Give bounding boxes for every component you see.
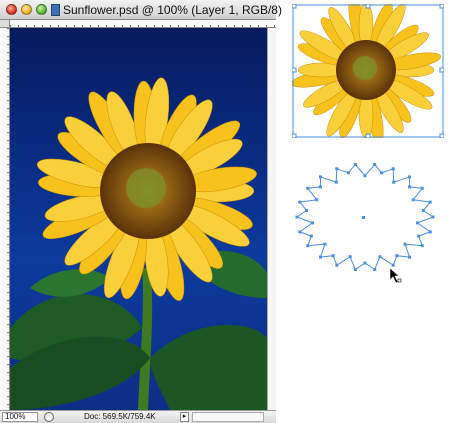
anchor-point[interactable] bbox=[392, 180, 396, 184]
path-outline[interactable] bbox=[280, 150, 450, 290]
path-center-point bbox=[362, 216, 365, 219]
anchor-point[interactable] bbox=[428, 230, 432, 234]
transform-handle[interactable] bbox=[365, 133, 371, 138]
vertical-ruler[interactable] bbox=[0, 28, 10, 410]
anchor-point[interactable] bbox=[411, 198, 415, 202]
anchor-point[interactable] bbox=[420, 244, 424, 248]
close-button[interactable] bbox=[6, 4, 17, 15]
sunflower-photo bbox=[10, 28, 267, 410]
transform-handle[interactable] bbox=[292, 4, 297, 9]
anchor-point[interactable] bbox=[431, 215, 435, 219]
anchor-point[interactable] bbox=[315, 198, 319, 202]
anchor-point[interactable] bbox=[305, 209, 309, 212]
transform-handle[interactable] bbox=[439, 133, 444, 138]
triangle-right-icon[interactable]: ▸ bbox=[180, 412, 189, 422]
horizontal-ruler[interactable] bbox=[10, 20, 276, 28]
anchor-point[interactable] bbox=[298, 200, 302, 204]
transform-handle[interactable] bbox=[439, 4, 444, 9]
status-icon[interactable] bbox=[44, 412, 54, 422]
anchor-point[interactable] bbox=[319, 175, 322, 179]
anchor-point[interactable] bbox=[373, 268, 377, 271]
image-canvas[interactable] bbox=[10, 28, 267, 410]
anchor-point[interactable] bbox=[391, 263, 395, 267]
extracted-flower-preview[interactable] bbox=[292, 4, 444, 138]
anchor-point[interactable] bbox=[348, 255, 352, 259]
direct-selection-cursor-icon bbox=[389, 267, 402, 284]
anchor-point[interactable] bbox=[298, 230, 302, 234]
status-bar: 100% Doc: 569.5K/759.4K ▸ bbox=[0, 410, 276, 423]
anchor-point[interactable] bbox=[323, 242, 327, 246]
anchor-point[interactable] bbox=[335, 167, 339, 171]
zoom-level-field[interactable]: 100% bbox=[2, 412, 38, 422]
anchor-point[interactable] bbox=[428, 200, 432, 204]
minimize-button[interactable] bbox=[21, 4, 32, 15]
anchor-point[interactable] bbox=[408, 175, 411, 179]
anchor-point[interactable] bbox=[295, 215, 299, 219]
anchor-point[interactable] bbox=[319, 255, 322, 259]
window-title: Sunflower.psd @ 100% (Layer 1, RGB/8) bbox=[63, 3, 282, 17]
anchor-point[interactable] bbox=[417, 234, 421, 238]
anchor-point[interactable] bbox=[420, 186, 424, 190]
anchor-point[interactable] bbox=[306, 186, 310, 190]
anchor-point[interactable] bbox=[416, 221, 419, 225]
anchor-point[interactable] bbox=[408, 185, 412, 189]
zoom-button[interactable] bbox=[36, 4, 47, 15]
anchor-point[interactable] bbox=[353, 163, 357, 166]
anchor-point[interactable] bbox=[335, 263, 339, 267]
anchor-point[interactable] bbox=[391, 167, 395, 171]
anchor-point[interactable] bbox=[373, 163, 377, 166]
document-icon bbox=[51, 4, 60, 16]
anchor-point[interactable] bbox=[378, 255, 382, 259]
anchor-point[interactable] bbox=[318, 185, 322, 189]
anchor-point[interactable] bbox=[363, 174, 367, 178]
anchor-point[interactable] bbox=[331, 254, 335, 258]
horizontal-scrollbar[interactable] bbox=[192, 412, 264, 422]
transform-handle[interactable] bbox=[439, 67, 444, 73]
transform-handle[interactable] bbox=[365, 4, 371, 9]
title-bar[interactable]: Sunflower.psd @ 100% (Layer 1, RGB/8) bbox=[0, 0, 282, 20]
anchor-point[interactable] bbox=[421, 209, 425, 212]
ruler-origin[interactable] bbox=[0, 20, 10, 28]
transform-handle[interactable] bbox=[292, 133, 297, 138]
anchor-point[interactable] bbox=[363, 261, 367, 265]
anchor-point[interactable] bbox=[395, 254, 399, 258]
anchor-point[interactable] bbox=[403, 242, 407, 246]
document-size: Doc: 569.5K/759.4K bbox=[84, 412, 156, 421]
anchor-point[interactable] bbox=[353, 268, 357, 271]
anchor-point[interactable] bbox=[311, 221, 314, 225]
anchor-point[interactable] bbox=[380, 171, 384, 175]
anchor-point[interactable] bbox=[408, 255, 411, 259]
anchor-point[interactable] bbox=[334, 180, 338, 184]
anchor-point[interactable] bbox=[346, 171, 350, 175]
document-window: Sunflower.psd @ 100% (Layer 1, RGB/8) 10… bbox=[0, 0, 282, 423]
vertical-scrollbar[interactable] bbox=[267, 28, 276, 410]
anchor-point[interactable] bbox=[306, 244, 310, 248]
transform-handle[interactable] bbox=[292, 67, 297, 73]
anchor-point[interactable] bbox=[309, 234, 313, 238]
